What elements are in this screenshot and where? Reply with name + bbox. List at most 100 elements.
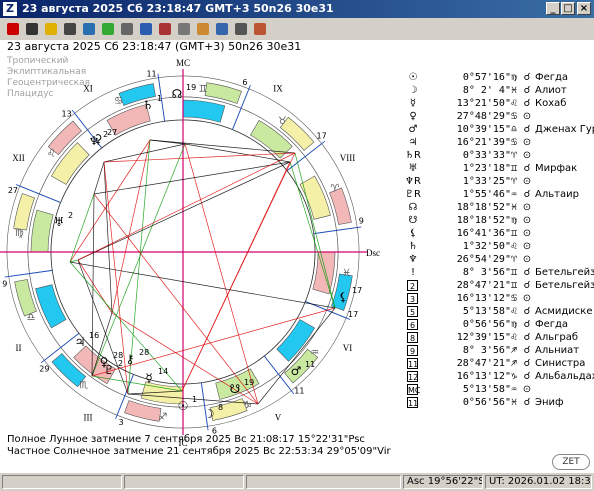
aspect-symbol: ☌ bbox=[521, 124, 533, 135]
house-number: 2 bbox=[407, 280, 418, 291]
aspect-symbol: ☌ bbox=[521, 280, 533, 291]
house-number: 11 bbox=[407, 397, 418, 408]
house-number: 3 bbox=[407, 293, 418, 304]
status-pane-1 bbox=[2, 475, 122, 489]
user-icon[interactable] bbox=[251, 20, 269, 38]
info-icon[interactable] bbox=[137, 20, 155, 38]
graph-icon[interactable] bbox=[99, 20, 117, 38]
house-numeral: III bbox=[84, 413, 93, 423]
globe-icon-glyph bbox=[216, 23, 228, 35]
planet-symbol: ♂ bbox=[405, 124, 421, 135]
sign-glyph: ♈ bbox=[330, 184, 339, 195]
planet-position: 16°41'36"♊ bbox=[421, 228, 517, 239]
maximize-button[interactable]: □ bbox=[561, 2, 575, 15]
palette-icon[interactable] bbox=[42, 20, 60, 38]
sign-glyph: ♋ bbox=[114, 96, 123, 107]
fixed-star: Альбальдах bbox=[535, 371, 594, 382]
planet-symbol: ♆ bbox=[405, 254, 421, 265]
sign-glyph: ♌ bbox=[47, 149, 56, 160]
zet-logo[interactable]: ZET bbox=[552, 454, 590, 470]
app-icon: Z bbox=[3, 2, 17, 16]
moon-icon[interactable] bbox=[194, 20, 212, 38]
planet-degree: 2 bbox=[118, 359, 123, 368]
info-icon-glyph bbox=[140, 23, 152, 35]
planet-degree: 1 bbox=[192, 395, 197, 404]
aspect-symbol: ☌ bbox=[521, 85, 533, 96]
house-position: 28°47'21"♊ bbox=[421, 280, 517, 291]
chart-area: 23 августа 2025 Сб 23:18:47 (GMT+3) 50n2… bbox=[0, 40, 594, 472]
chart-header: 23 августа 2025 Сб 23:18:47 (GMT+3) 50n2… bbox=[7, 40, 301, 53]
fixed-star: Алиот bbox=[535, 85, 567, 96]
graph-icon-glyph bbox=[102, 23, 114, 35]
title-bar: Z 23 августа 2025 Сб 23:18:47 GMT+3 50n2… bbox=[0, 0, 594, 18]
house-position: 16°13'12"♑ bbox=[421, 371, 517, 382]
planet-position: 13°21'50"♌ bbox=[421, 98, 517, 109]
house-position: 5°13'58"♌ bbox=[421, 306, 517, 317]
clock-icon[interactable] bbox=[61, 20, 79, 38]
planet-glyph: ☉ bbox=[178, 399, 189, 413]
planet-degree: 19 bbox=[186, 83, 196, 92]
house-position: 0°56'56"♓ bbox=[421, 397, 517, 408]
settings-icon[interactable] bbox=[232, 20, 250, 38]
cusp-degree: 29 bbox=[39, 364, 49, 373]
sign-glyph: ♏ bbox=[79, 380, 88, 391]
planet-degree: 14 bbox=[158, 367, 168, 376]
planet-position: 1°33'25"♈ bbox=[421, 176, 517, 187]
sign-glyph: ♑ bbox=[243, 400, 252, 411]
aspect-symbol: ⊙ bbox=[521, 215, 533, 226]
print-icon[interactable] bbox=[23, 20, 41, 38]
sign-glyph: ♒ bbox=[310, 347, 319, 358]
fixed-star: Бетельгейзе bbox=[535, 267, 594, 278]
house-number: 8 bbox=[407, 332, 418, 343]
planet-glyph: ♅ bbox=[54, 215, 65, 229]
fixed-star: Мирфак bbox=[535, 163, 577, 174]
house-number: 9 bbox=[407, 345, 418, 356]
status-bar: Asc 19°56'22"Sco UT: 2026.01.02 18:36:03 bbox=[0, 472, 594, 491]
zodiac-icon[interactable] bbox=[175, 20, 193, 38]
natal-wheel[interactable]: ♈♉♊♋♌♍♎♏♐♑♒♓IIIIIIICVVIDscVIIIIXMCXIXIIA… bbox=[0, 56, 400, 456]
planet-symbol: ♆R bbox=[405, 176, 421, 187]
house-number: 5 bbox=[407, 306, 418, 317]
planet-degree: 2 bbox=[68, 211, 73, 220]
calendar-icon[interactable] bbox=[80, 20, 98, 38]
planet-symbol: ♅ bbox=[405, 163, 421, 174]
planet-degree: 27 bbox=[107, 128, 117, 137]
house-numeral: XI bbox=[83, 83, 93, 93]
close-button[interactable]: × bbox=[577, 2, 591, 15]
sign-glyph: ♊ bbox=[199, 84, 208, 95]
planet-symbol: ☊ bbox=[405, 202, 421, 213]
sign-glyph: ♓ bbox=[342, 268, 351, 279]
planet-glyph: ⚸ bbox=[339, 290, 348, 304]
clock-icon-glyph bbox=[64, 23, 76, 35]
fixed-star: Кохаб bbox=[535, 98, 566, 109]
fixed-star: Фегда bbox=[535, 319, 568, 330]
planets-icon[interactable] bbox=[156, 20, 174, 38]
house-numeral: V bbox=[275, 413, 282, 423]
planet-glyph: ☊ bbox=[172, 87, 183, 101]
minimize-button[interactable]: _ bbox=[546, 2, 560, 15]
aspect-symbol: ⊙ bbox=[521, 384, 533, 395]
house-position: 12°39'15"♌ bbox=[421, 332, 517, 343]
fixed-star: Асмидиске bbox=[535, 306, 593, 317]
aspect-symbol: ☌ bbox=[521, 189, 533, 200]
planet-position: 8° 2' 4"♓ bbox=[421, 85, 517, 96]
fixed-star: Альтаир bbox=[535, 189, 579, 200]
cusp-degree: 6 bbox=[242, 78, 247, 87]
planet-symbol: ♇R bbox=[405, 189, 421, 200]
house-position: 28°47'21"♐ bbox=[421, 358, 517, 369]
grid-icon[interactable] bbox=[118, 20, 136, 38]
planet-position: 10°39'15"♎ bbox=[421, 124, 517, 135]
grid-icon-glyph bbox=[121, 23, 133, 35]
chart-icon-glyph bbox=[7, 23, 19, 35]
toolbar bbox=[0, 18, 594, 41]
globe-icon[interactable] bbox=[213, 20, 231, 38]
calendar-icon-glyph bbox=[83, 23, 95, 35]
chart-icon[interactable] bbox=[4, 20, 22, 38]
planet-degree: 1 bbox=[157, 94, 162, 103]
aspect-symbol: ☌ bbox=[521, 98, 533, 109]
planets-icon-glyph bbox=[159, 23, 171, 35]
status-ut: UT: 2026.01.02 18:36:03 bbox=[485, 475, 592, 489]
cusp-degree: 3 bbox=[119, 418, 124, 427]
settings-icon-glyph bbox=[235, 23, 247, 35]
planet-symbol: ⚸ bbox=[405, 228, 421, 239]
